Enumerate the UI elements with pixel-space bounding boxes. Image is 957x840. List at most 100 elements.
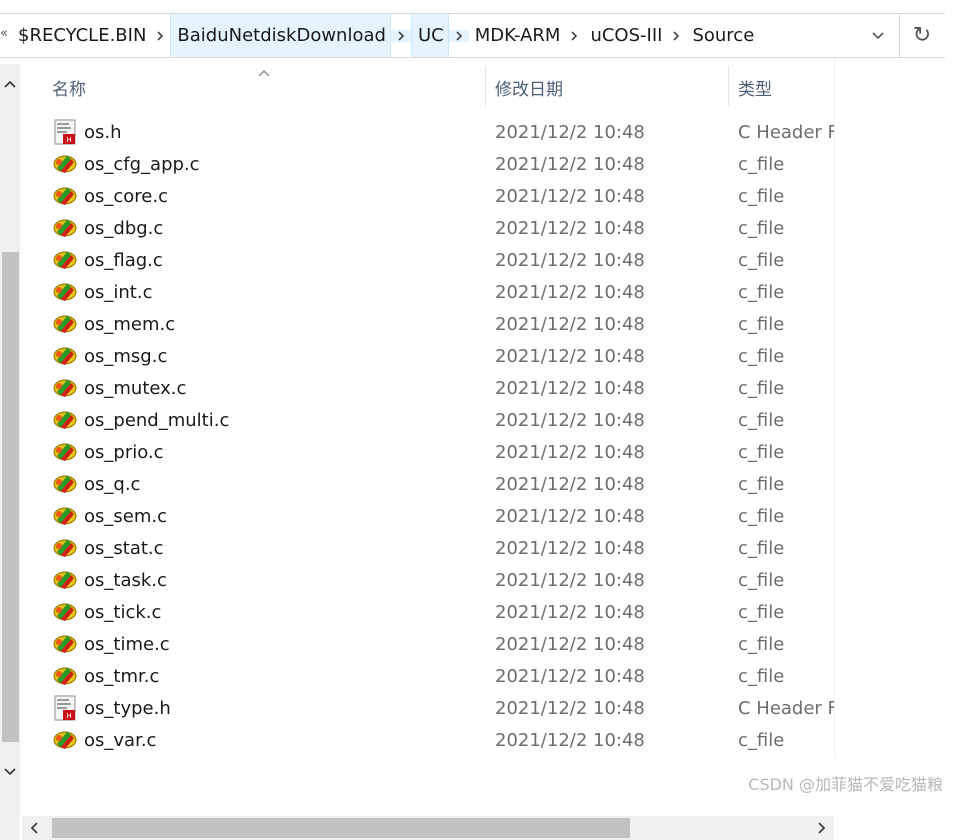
file-row[interactable]: os_flag.c 2021/12/2 10:48 c_file xyxy=(22,244,834,276)
file-name-cell[interactable]: Hos.h xyxy=(52,116,122,148)
breadcrumb-item-source[interactable]: Source xyxy=(686,14,758,57)
file-name-cell[interactable]: os_mutex.c xyxy=(52,372,186,404)
scroll-up-button[interactable] xyxy=(0,72,20,96)
breadcrumb-label[interactable]: MDK-ARM xyxy=(469,14,565,57)
file-name-cell[interactable]: os_cfg_app.c xyxy=(52,148,200,180)
file-type: c_file xyxy=(738,569,785,591)
vertical-scroll-thumb[interactable] xyxy=(2,252,19,742)
breadcrumb-item-recycle-bin[interactable]: $RECYCLE.BIN xyxy=(12,14,170,57)
file-name: os_int.c xyxy=(84,281,153,303)
file-row[interactable]: os_time.c 2021/12/2 10:48 c_file xyxy=(22,628,834,660)
column-header-type[interactable]: 类型 xyxy=(738,58,772,116)
file-name: os_pend_multi.c xyxy=(84,409,230,431)
chevron-down-icon xyxy=(4,768,16,776)
chevron-right-icon[interactable] xyxy=(666,30,686,42)
file-name-cell[interactable]: os_sem.c xyxy=(52,500,167,532)
file-row[interactable]: os_core.c 2021/12/2 10:48 c_file xyxy=(22,180,834,212)
breadcrumb-item-mdk-arm[interactable]: MDK-ARM xyxy=(469,14,585,57)
file-name-cell[interactable]: os_prio.c xyxy=(52,436,164,468)
file-name-cell[interactable]: os_dbg.c xyxy=(52,212,163,244)
column-divider[interactable] xyxy=(485,66,486,106)
address-bar[interactable]: « $RECYCLE.BIN BaiduNetdiskDownload UC M… xyxy=(0,13,945,58)
address-history-dropdown[interactable] xyxy=(858,14,898,57)
address-overflow-button[interactable]: « xyxy=(0,26,8,41)
scroll-right-button[interactable] xyxy=(810,816,834,840)
vertical-scrollbar[interactable] xyxy=(0,64,20,840)
file-name: os_mutex.c xyxy=(84,377,187,399)
file-modified-date: 2021/12/2 10:48 xyxy=(495,697,645,719)
file-name-cell[interactable]: os_int.c xyxy=(52,276,152,308)
file-type: c_file xyxy=(738,441,785,463)
chevron-right-icon[interactable] xyxy=(390,29,411,42)
breadcrumb-label[interactable]: Source xyxy=(686,14,758,57)
file-row[interactable]: os_mutex.c 2021/12/2 10:48 c_file xyxy=(22,372,834,404)
file-name-cell[interactable]: os_core.c xyxy=(52,180,168,212)
chevron-right-icon[interactable] xyxy=(150,30,170,42)
c-source-file-icon xyxy=(52,503,78,529)
file-row[interactable]: os_tick.c 2021/12/2 10:48 c_file xyxy=(22,596,834,628)
column-divider[interactable] xyxy=(728,66,729,106)
file-name: os_flag.c xyxy=(84,249,163,271)
file-row[interactable]: os_int.c 2021/12/2 10:48 c_file xyxy=(22,276,834,308)
horizontal-scroll-thumb[interactable] xyxy=(52,818,630,838)
breadcrumb-item-uc[interactable]: UC xyxy=(410,14,469,57)
file-name-cell[interactable]: os_task.c xyxy=(52,564,167,596)
breadcrumb-item-ucos-iii[interactable]: uCOS-III xyxy=(584,14,686,57)
file-name-cell[interactable]: os_tick.c xyxy=(52,596,161,628)
file-list-view[interactable]: 名称 修改日期 类型 Hos.h 2021/12/2 10:48 C Header … xyxy=(0,58,957,840)
breadcrumb-label[interactable]: UC xyxy=(410,14,449,57)
file-row[interactable]: os_tmr.c 2021/12/2 10:48 c_file xyxy=(22,660,834,692)
file-name-cell[interactable]: os_mem.c xyxy=(52,308,175,340)
file-type: c_file xyxy=(738,217,785,239)
file-name-cell[interactable]: os_flag.c xyxy=(52,244,163,276)
column-header-name[interactable]: 名称 xyxy=(52,58,86,116)
file-name-cell[interactable]: os_q.c xyxy=(52,468,140,500)
chevron-right-icon[interactable] xyxy=(564,30,584,42)
file-name-cell[interactable]: Hos_type.h xyxy=(52,692,171,724)
scroll-left-button[interactable] xyxy=(22,816,46,840)
file-name: os_mem.c xyxy=(84,313,176,335)
file-row[interactable]: Hos.h 2021/12/2 10:48 C Header F xyxy=(22,116,834,148)
file-row[interactable]: Hos_type.h 2021/12/2 10:48 C Header F xyxy=(22,692,834,724)
breadcrumb-label[interactable]: $RECYCLE.BIN xyxy=(12,14,150,57)
file-row[interactable]: os_prio.c 2021/12/2 10:48 c_file xyxy=(22,436,834,468)
file-row[interactable]: os_cfg_app.c 2021/12/2 10:48 c_file xyxy=(22,148,834,180)
file-row[interactable]: os_task.c 2021/12/2 10:48 c_file xyxy=(22,564,834,596)
file-row[interactable]: os_var.c 2021/12/2 10:48 c_file xyxy=(22,724,834,756)
file-modified-date: 2021/12/2 10:48 xyxy=(495,729,645,751)
file-row[interactable]: os_sem.c 2021/12/2 10:48 c_file xyxy=(22,500,834,532)
file-name-cell[interactable]: os_msg.c xyxy=(52,340,167,372)
c-source-file-icon xyxy=(52,599,78,625)
file-name-cell[interactable]: os_tmr.c xyxy=(52,660,159,692)
chevron-up-icon xyxy=(4,80,16,88)
column-header-date[interactable]: 修改日期 xyxy=(495,58,563,116)
file-name-cell[interactable]: os_pend_multi.c xyxy=(52,404,229,436)
file-row[interactable]: os_pend_multi.c 2021/12/2 10:48 c_file xyxy=(22,404,834,436)
chevron-right-icon[interactable] xyxy=(448,29,469,42)
file-type: c_file xyxy=(738,729,785,751)
file-row[interactable]: os_msg.c 2021/12/2 10:48 c_file xyxy=(22,340,834,372)
breadcrumb-label[interactable]: BaiduNetdiskDownload xyxy=(170,14,391,57)
file-row[interactable]: os_dbg.c 2021/12/2 10:48 c_file xyxy=(22,212,834,244)
file-row[interactable]: os_q.c 2021/12/2 10:48 c_file xyxy=(22,468,834,500)
file-name: os_tick.c xyxy=(84,601,162,623)
file-name: os_time.c xyxy=(84,633,170,655)
refresh-button[interactable]: ↻ xyxy=(900,14,944,57)
file-type: c_file xyxy=(738,473,785,495)
c-source-file-icon xyxy=(52,407,78,433)
file-row[interactable]: os_stat.c 2021/12/2 10:48 c_file xyxy=(22,532,834,564)
list-right-edge xyxy=(834,58,835,758)
file-row[interactable]: os_mem.c 2021/12/2 10:48 c_file xyxy=(22,308,834,340)
horizontal-scrollbar[interactable] xyxy=(22,816,834,840)
file-name-cell[interactable]: os_time.c xyxy=(52,628,170,660)
file-name: os_q.c xyxy=(84,473,141,495)
breadcrumb-item-baidunetdiskdownload[interactable]: BaiduNetdiskDownload xyxy=(170,14,411,57)
file-name: os.h xyxy=(84,121,122,143)
file-type: c_file xyxy=(738,345,785,367)
chevron-down-icon xyxy=(871,26,885,45)
file-name-cell[interactable]: os_var.c xyxy=(52,724,156,756)
c-source-file-icon xyxy=(52,247,78,273)
breadcrumb-label[interactable]: uCOS-III xyxy=(584,14,666,57)
file-name-cell[interactable]: os_stat.c xyxy=(52,532,164,564)
scroll-down-button[interactable] xyxy=(0,760,20,784)
